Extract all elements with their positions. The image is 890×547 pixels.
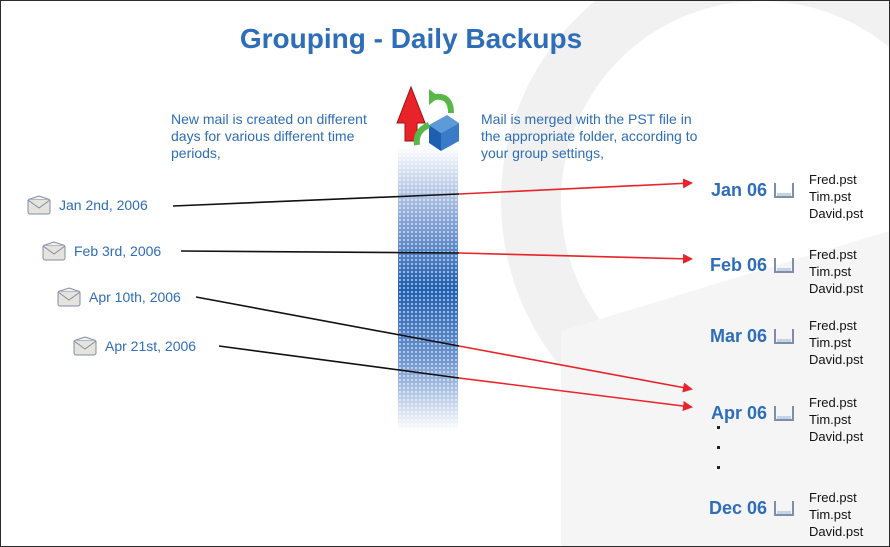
ellipsis-dot [717, 426, 720, 429]
month-label: Apr 06 [710, 403, 767, 423]
tray-icon [774, 329, 794, 344]
mail-item: Jan 2nd, 2006 [27, 195, 148, 215]
pst-file-list: Fred.pst Tim.pst David.pst [809, 317, 863, 368]
connector-apr21-black [218, 345, 460, 379]
envelope-icon [57, 287, 81, 307]
pst-file-list: Fred.pst Tim.pst David.pst [809, 246, 863, 297]
pst-file: David.pst [809, 206, 864, 221]
continuation-dots [717, 426, 720, 486]
pst-file-list: Fred.pst Tim.pst David.pst [809, 489, 863, 540]
tray-icon [774, 406, 794, 421]
pst-file: David.pst [809, 352, 864, 367]
tray-icon [774, 183, 794, 198]
connector-feb-black [180, 250, 460, 254]
pst-file: David.pst [809, 524, 864, 539]
pst-file: Fred.pst [809, 490, 857, 505]
pst-file: Tim.pst [809, 264, 852, 279]
pst-file: David.pst [809, 281, 864, 296]
pst-file: Tim.pst [809, 189, 852, 204]
month-label: Jan 06 [710, 180, 767, 200]
mail-item: Apr 21st, 2006 [73, 336, 196, 356]
mail-item: Apr 10th, 2006 [57, 287, 181, 307]
envelope-icon [73, 336, 97, 356]
tray-icon [774, 501, 794, 516]
month-group: Feb 06 Fred.pst Tim.pst David.pst [701, 246, 863, 297]
pst-file: Tim.pst [809, 335, 852, 350]
mail-date: Feb 3rd, 2006 [74, 243, 162, 259]
connector-feb-red [458, 252, 693, 264]
month-group: Jan 06 Fred.pst Tim.pst David.pst [701, 171, 863, 222]
pst-file-list: Fred.pst Tim.pst David.pst [809, 394, 863, 445]
month-group: Mar 06 Fred.pst Tim.pst David.pst [701, 317, 863, 368]
pst-file: Tim.pst [809, 507, 852, 522]
mail-date: Apr 10th, 2006 [89, 289, 181, 305]
pst-file-list: Fred.pst Tim.pst David.pst [809, 171, 863, 222]
month-group: Dec 06 Fred.pst Tim.pst David.pst [701, 489, 863, 540]
pst-file: Fred.pst [809, 318, 857, 333]
connector-jan-black [172, 193, 460, 207]
ellipsis-dot [717, 446, 720, 449]
envelope-icon [27, 195, 51, 215]
pst-file: Fred.pst [809, 395, 857, 410]
month-group: Apr 06 Fred.pst Tim.pst David.pst [701, 394, 863, 445]
mail-date: Apr 21st, 2006 [105, 338, 197, 354]
month-label: Mar 06 [709, 326, 767, 346]
month-label: Dec 06 [708, 498, 767, 518]
pst-file: Fred.pst [809, 247, 857, 262]
diagram-frame: Grouping - Daily Backups New mail is cre… [0, 0, 890, 547]
mail-date: Jan 2nd, 2006 [59, 197, 148, 213]
connector-jan-red [458, 178, 693, 195]
envelope-icon [42, 241, 66, 261]
mail-item: Feb 3rd, 2006 [42, 241, 161, 261]
ellipsis-dot [717, 466, 720, 469]
month-label: Feb 06 [709, 255, 767, 275]
pst-file: Fred.pst [809, 172, 857, 187]
pst-file: Tim.pst [809, 412, 852, 427]
connector-apr10-black [195, 296, 460, 347]
pst-file: David.pst [809, 429, 864, 444]
tray-icon [774, 258, 794, 273]
